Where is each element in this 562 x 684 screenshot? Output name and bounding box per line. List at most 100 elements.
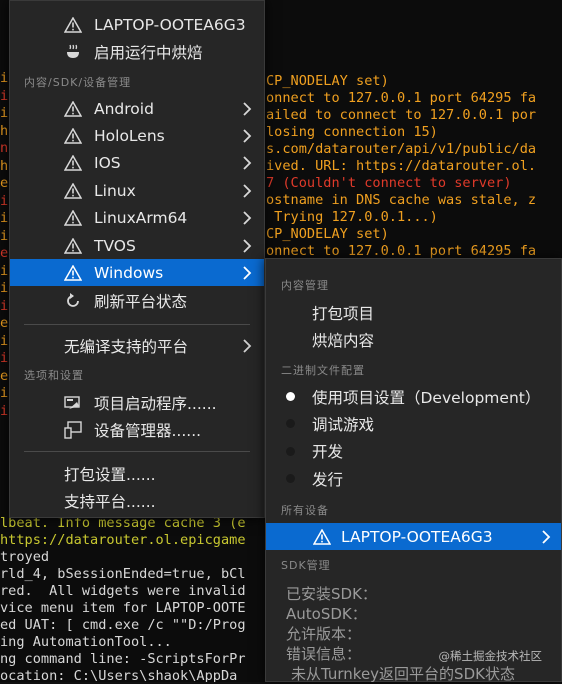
log-line: CP_NODELAY set)	[266, 73, 389, 89]
log-line-fragment: e	[0, 245, 9, 261]
auto-sdk-label: AutoSDK：	[286, 605, 367, 623]
menu-divider	[24, 324, 250, 325]
log-line-fragment: i	[0, 385, 9, 401]
log-line-fragment: i	[0, 192, 9, 209]
log-line-fragment: i	[0, 105, 9, 121]
menu-item-unsupported-platforms[interactable]: 无编译支持的平台	[10, 332, 264, 359]
chevron-right-icon	[242, 156, 254, 170]
log-line: vice menu item for LAPTOP-OOTE	[0, 600, 246, 616]
log-line: ailed to connect to 127.0.0.1 por	[266, 107, 537, 123]
radio-dot-icon	[286, 419, 295, 429]
menu-item-project-launcher[interactable]: 项目启动程序......	[10, 389, 264, 416]
menu-item-refresh-platforms[interactable]: 刷新平台状态	[10, 287, 264, 314]
device-manager-icon	[63, 420, 83, 440]
warning-icon	[63, 181, 83, 201]
menu-item-config-option[interactable]: 调试游戏	[266, 410, 561, 437]
section-all-devices-heading: 所有设备	[281, 504, 329, 517]
log-line: https://datarouter.ol.epicgame	[0, 532, 246, 548]
log-line: ocation: C:\Users\shaok\AppDa	[0, 668, 238, 682]
menu-item-platform-android[interactable]: Android	[10, 95, 264, 122]
log-line: red. All widgets were invalid	[0, 583, 246, 599]
warning-icon	[63, 236, 83, 256]
log-line-fragment: h	[0, 157, 9, 174]
menu-item-platform-ios[interactable]: IOS	[10, 150, 264, 177]
log-line-fragment: i	[0, 262, 9, 279]
log-line: ostname in DNS cache was stale, z	[266, 192, 537, 208]
warning-icon	[63, 263, 83, 283]
log-line: onnect to 127.0.0.1 port 64295 fa	[266, 90, 537, 106]
refresh-icon	[63, 291, 83, 311]
menu-item-packaging-settings[interactable]: 打包设置......	[10, 460, 264, 487]
radio-dot-icon	[286, 392, 295, 401]
watermark-text: @稀土掘金技术社区	[438, 649, 543, 663]
log-line-fragment: e	[0, 315, 9, 331]
chevron-right-icon	[242, 101, 254, 116]
menu-divider	[24, 451, 250, 452]
menu-item-target-device[interactable]: LAPTOP-OOTEA6G3	[266, 523, 561, 550]
section-binary-config-heading: 二进制文件配置	[281, 364, 365, 377]
platform-label: TVOS	[94, 236, 136, 255]
log-line: ived. URL: https://datarouter.ol.	[266, 158, 537, 174]
menu-item-config-option[interactable]: 开发	[266, 438, 561, 465]
menu-item-platform-linux[interactable]: Linux	[10, 177, 264, 204]
chevron-right-icon	[242, 338, 254, 353]
log-line-fragment: i	[0, 227, 9, 244]
log-line-fragment: i	[0, 280, 9, 296]
log-line-fragment: n	[0, 140, 9, 156]
warning-icon	[313, 528, 331, 545]
platform-label: Linux	[94, 181, 136, 200]
section-platforms-heading: 内容/SDK/设备管理	[24, 76, 132, 89]
launcher-icon	[63, 393, 83, 413]
cooking-icon	[63, 42, 83, 62]
config-label: 发行	[312, 470, 344, 489]
chevron-right-icon	[242, 129, 254, 143]
log-line-fragment: i	[0, 350, 9, 366]
menu-item-package-project[interactable]: 打包项目	[266, 299, 561, 326]
log-line: 7 (Couldn't connect to server)	[266, 175, 512, 191]
log-line: ing AutomationTool...	[0, 634, 172, 650]
section-options-heading: 选项和设置	[24, 369, 84, 382]
log-line: rld_4, bSessionEnded=true, bCl	[0, 566, 246, 582]
menu-item-platform-tvos[interactable]: TVOS	[10, 232, 264, 259]
menu-item-device[interactable]: LAPTOP-OOTEA6G3	[10, 11, 264, 38]
allowed-version-label: 允许版本：	[286, 625, 362, 643]
error-info-label: 错误信息：	[286, 645, 362, 663]
radio-dot-icon	[286, 474, 295, 484]
menu-item-bake-running[interactable]: 启用运行中烘焙	[10, 38, 264, 65]
menu-item-supported-platforms[interactable]: 支持平台......	[10, 487, 264, 514]
section-sdk-heading: SDK管理	[281, 559, 331, 572]
log-line: troyed	[0, 549, 50, 565]
platforms-menu: LAPTOP-OOTEA6G3 启用运行中烘焙 内容/SDK/设备管理 Andr…	[9, 0, 265, 518]
platform-label: HoloLens	[94, 126, 165, 145]
menu-item-config-option[interactable]: 使用项目设置（Development）	[266, 383, 561, 410]
menu-item-platform-linuxarm64[interactable]: LinuxArm64	[10, 205, 264, 232]
warning-icon	[63, 126, 83, 146]
chevron-right-icon	[242, 266, 254, 280]
log-line: CP_NODELAY set)	[266, 226, 389, 242]
log-line-fragment: i	[0, 210, 9, 226]
section-content-heading: 内容管理	[281, 279, 329, 292]
log-line: losing connection 15)	[266, 124, 438, 140]
installed-sdk-label: 已安装SDK：	[286, 585, 377, 603]
log-line: ed UAT: [ cmd.exe /c ""D:/Prog	[0, 617, 246, 633]
log-line-fragment: i	[0, 402, 9, 419]
log-line: Trying 127.0.0.1...)	[266, 209, 438, 225]
turnkey-status-text: 未从Turnkey返回平台的SDK状态	[291, 665, 515, 683]
chevron-right-icon	[242, 211, 254, 225]
menu-item-cook-content[interactable]: 烘焙内容	[266, 326, 561, 353]
menu-item-platform-hololens[interactable]: HoloLens	[10, 122, 264, 149]
menu-item-config-option[interactable]: 发行	[266, 465, 561, 492]
config-label: 开发	[312, 443, 344, 462]
warning-icon	[63, 99, 83, 119]
chevron-right-icon	[541, 529, 551, 544]
config-label: 调试游戏	[312, 415, 375, 434]
log-line-fragment: i	[0, 297, 9, 314]
log-line-fragment: e	[0, 367, 9, 384]
menu-item-device-manager[interactable]: 设备管理器......	[10, 416, 264, 443]
platform-label: IOS	[94, 154, 121, 173]
radio-dot-icon	[286, 446, 295, 456]
log-line: ng command line: -ScriptsForPr	[0, 651, 246, 667]
config-label: 使用项目设置（Development）	[312, 388, 541, 407]
warning-icon	[63, 153, 83, 173]
menu-item-platform-windows[interactable]: Windows	[10, 259, 264, 287]
